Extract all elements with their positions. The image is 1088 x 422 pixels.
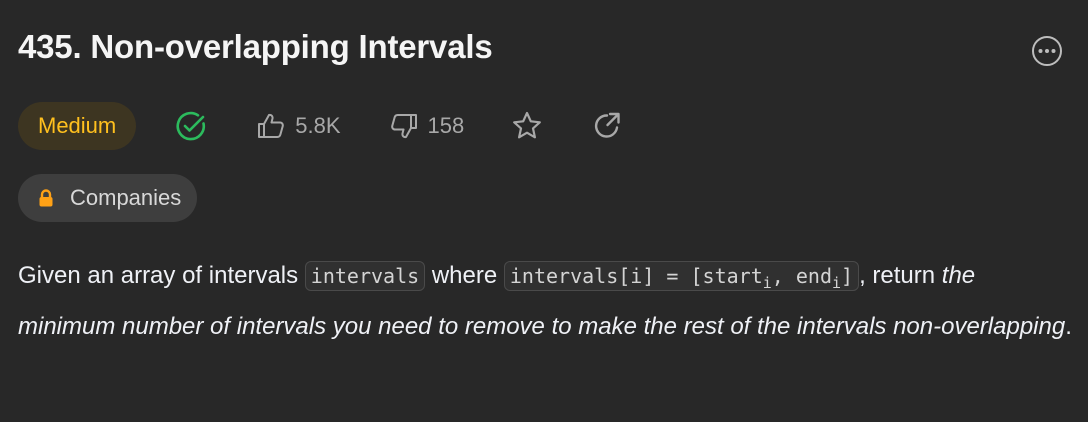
check-circle-icon xyxy=(176,111,206,141)
problem-title: 435. Non-overlapping Intervals xyxy=(18,28,493,65)
thumbs-up-icon xyxy=(258,113,285,138)
dislike-button[interactable]: 158 xyxy=(389,111,465,141)
problem-header: 435. Non-overlapping Intervals Medium 5.… xyxy=(0,0,1088,422)
companies-label: Companies xyxy=(70,185,182,210)
code-subscript: i xyxy=(832,274,842,292)
code-part: intervals[i] = [start xyxy=(509,264,763,288)
thumbs-down-icon xyxy=(390,114,417,139)
difficulty-badge[interactable]: Medium xyxy=(18,102,137,150)
problem-description: Given an array of intervals intervals wh… xyxy=(18,254,1078,348)
description-text: , return xyxy=(859,262,942,289)
companies-button[interactable]: Companies xyxy=(18,174,198,222)
more-options-icon[interactable] xyxy=(1031,35,1063,67)
code-subscript: i xyxy=(762,274,772,292)
code-part: , end xyxy=(771,264,832,288)
code-part: ] xyxy=(841,264,854,288)
lock-icon xyxy=(39,189,53,207)
inline-code: intervals[i] = [starti, endi] xyxy=(503,261,860,292)
dislike-count: 158 xyxy=(427,113,465,138)
star-icon[interactable] xyxy=(510,109,544,143)
problem-meta-row: Medium 5.8K 158 xyxy=(18,102,624,150)
share-icon[interactable] xyxy=(590,109,624,143)
description-text: where xyxy=(425,262,504,289)
inline-code: intervals xyxy=(304,261,426,291)
like-button[interactable]: 5.8K xyxy=(256,111,341,141)
description-text: . xyxy=(1065,313,1072,340)
like-count: 5.8K xyxy=(295,113,341,138)
description-text: Given an array of intervals xyxy=(18,262,305,289)
